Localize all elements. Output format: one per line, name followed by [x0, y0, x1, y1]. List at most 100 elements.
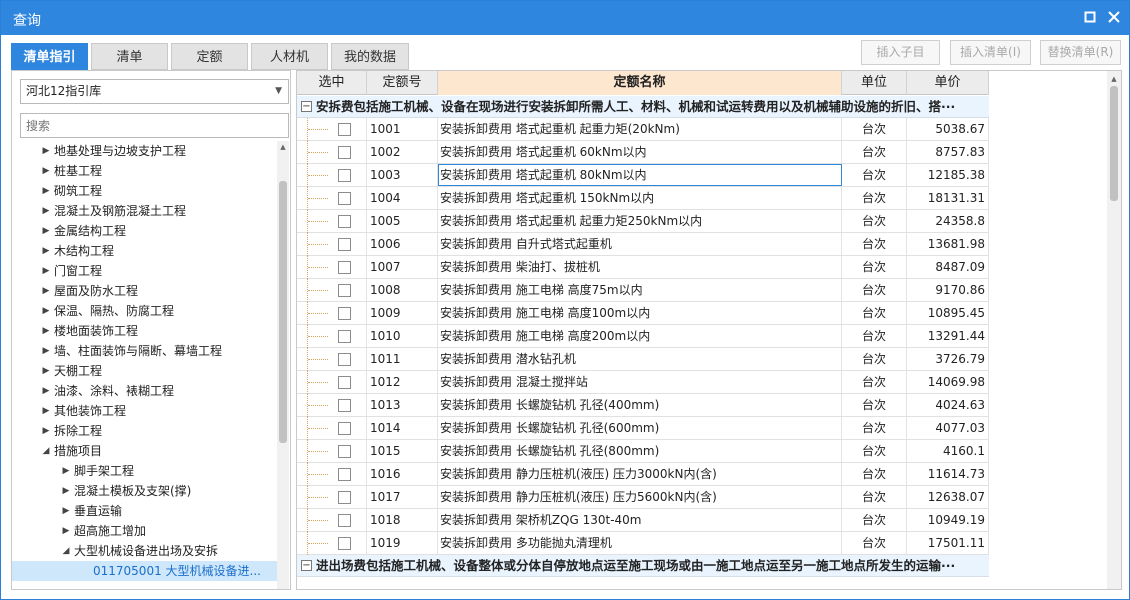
table-row[interactable]: 1010 安装拆卸费用 施工电梯 高度200m以内 台次 13291.44	[297, 325, 989, 348]
table-row[interactable]: 1017 安装拆卸费用 静力压桩机(液压) 压力5600kN内(含) 台次 12638…	[297, 486, 989, 509]
search-input[interactable]	[20, 113, 289, 138]
collapsed-arrow-icon[interactable]: ▶	[60, 481, 72, 501]
tab-list[interactable]: 清单	[91, 43, 168, 70]
quota-code-cell[interactable]: 1010	[367, 325, 438, 347]
table-row[interactable]: 1006 安装拆卸费用 自升式塔式起重机 台次 13681.98	[297, 233, 989, 256]
price-cell[interactable]: 9170.86	[907, 279, 989, 301]
restore-icon[interactable]	[1081, 8, 1099, 26]
tree-item[interactable]: ▶ 墙、柱面装饰与隔断、幕墙工程	[12, 341, 278, 361]
unit-cell[interactable]: 台次	[842, 417, 907, 439]
quota-name-cell[interactable]: 安装拆卸费用 多功能抛丸清理机	[438, 532, 842, 554]
table-row[interactable]: 1012 安装拆卸费用 混凝土搅拌站 台次 14069.98	[297, 371, 989, 394]
tree-item[interactable]: ▶ 超高施工增加	[12, 521, 278, 541]
column-header-name[interactable]: 定额名称	[438, 71, 842, 95]
quota-name-cell[interactable]: 安装拆卸费用 塔式起重机 起重力矩250kNm以内	[438, 210, 842, 232]
quota-code-cell[interactable]: 1012	[367, 371, 438, 393]
collapsed-arrow-icon[interactable]: ▶	[40, 261, 52, 281]
tree-item[interactable]: ▶ 天棚工程	[12, 361, 278, 381]
tree-item[interactable]: ▶ 垂直运输	[12, 501, 278, 521]
tree-item[interactable]: ▶ 其他装饰工程	[12, 401, 278, 421]
collapsed-arrow-icon[interactable]: ▶	[40, 161, 52, 181]
price-cell[interactable]: 10949.19	[907, 509, 989, 531]
quota-code-cell[interactable]: 1005	[367, 210, 438, 232]
quota-code-cell[interactable]: 1008	[367, 279, 438, 301]
price-cell[interactable]: 4077.03	[907, 417, 989, 439]
quota-code-cell[interactable]: 1007	[367, 256, 438, 278]
column-header-unit[interactable]: 单位	[842, 71, 907, 95]
unit-cell[interactable]: 台次	[842, 141, 907, 163]
unit-cell[interactable]: 台次	[842, 532, 907, 554]
table-row[interactable]: 1002 安装拆卸费用 塔式起重机 60kNm以内 台次 8757.83	[297, 141, 989, 164]
collapsed-arrow-icon[interactable]: ▶	[60, 521, 72, 541]
price-cell[interactable]: 10895.45	[907, 302, 989, 324]
quota-name-cell[interactable]: 安装拆卸费用 塔式起重机 80kNm以内	[438, 164, 842, 186]
quota-code-cell[interactable]: 1011	[367, 348, 438, 370]
tree-item[interactable]: ▶ 楼地面装饰工程	[12, 321, 278, 341]
unit-cell[interactable]: 台次	[842, 348, 907, 370]
insert-list-button[interactable]: 插入清单(I)	[950, 40, 1031, 65]
collapsed-arrow-icon[interactable]: ▶	[60, 501, 72, 521]
tree-item[interactable]: ▶ 混凝土及钢筋混凝土工程	[12, 201, 278, 221]
unit-cell[interactable]: 台次	[842, 164, 907, 186]
price-cell[interactable]: 12638.07	[907, 486, 989, 508]
quota-code-cell[interactable]: 1017	[367, 486, 438, 508]
price-cell[interactable]: 14069.98	[907, 371, 989, 393]
unit-cell[interactable]: 台次	[842, 256, 907, 278]
table-row[interactable]: 1008 安装拆卸费用 施工电梯 高度75m以内 台次 9170.86	[297, 279, 989, 302]
tree-item[interactable]: ▶ 混凝土模板及支架(撑)	[12, 481, 278, 501]
quota-name-cell[interactable]: 安装拆卸费用 静力压桩机(液压) 压力5600kN内(含)	[438, 486, 842, 508]
tab-materials[interactable]: 人材机	[251, 43, 328, 70]
column-header-price[interactable]: 单价	[907, 71, 989, 95]
tree-item[interactable]: ▶ 油漆、涂料、裱糊工程	[12, 381, 278, 401]
insert-child-button[interactable]: 插入子目	[861, 40, 940, 65]
table-row[interactable]: 1013 安装拆卸费用 长螺旋钻机 孔径(400mm) 台次 4024.63	[297, 394, 989, 417]
quota-code-cell[interactable]: 1019	[367, 532, 438, 554]
price-cell[interactable]: 4024.63	[907, 394, 989, 416]
quota-name-cell[interactable]: 安装拆卸费用 架桥机ZQG 130t-40m	[438, 509, 842, 531]
collapsed-arrow-icon[interactable]: ▶	[40, 421, 52, 441]
tree-item[interactable]: ▶ 拆除工程	[12, 421, 278, 441]
tab-my-data[interactable]: 我的数据	[331, 43, 409, 70]
expanded-arrow-icon[interactable]: ◢	[40, 441, 52, 461]
unit-cell[interactable]: 台次	[842, 440, 907, 462]
quota-name-cell[interactable]: 安装拆卸费用 施工电梯 高度100m以内	[438, 302, 842, 324]
quota-name-cell[interactable]: 安装拆卸费用 静力压桩机(液压) 压力3000kN内(含)	[438, 463, 842, 485]
group-row[interactable]: − 安拆费包括施工机械、设备在现场进行安装拆卸所需人工、材料、机械和试运转费用以及…	[297, 96, 989, 118]
tree-item[interactable]: ▶ 保温、隔热、防腐工程	[12, 301, 278, 321]
tree-item[interactable]: ▶ 地基处理与边坡支护工程	[12, 141, 278, 161]
tree-item[interactable]: ▶ 木结构工程	[12, 241, 278, 261]
quota-name-cell[interactable]: 安装拆卸费用 施工电梯 高度75m以内	[438, 279, 842, 301]
unit-cell[interactable]: 台次	[842, 118, 907, 140]
table-row[interactable]: 1004 安装拆卸费用 塔式起重机 150kNm以内 台次 18131.31	[297, 187, 989, 210]
quota-code-cell[interactable]: 1014	[367, 417, 438, 439]
column-header-select[interactable]: 选中	[297, 71, 367, 95]
unit-cell[interactable]: 台次	[842, 394, 907, 416]
tree-item[interactable]: ▶ 砌筑工程	[12, 181, 278, 201]
unit-cell[interactable]: 台次	[842, 371, 907, 393]
quota-name-cell[interactable]: 安装拆卸费用 长螺旋钻机 孔径(400mm)	[438, 394, 842, 416]
collapsed-arrow-icon[interactable]: ▶	[40, 281, 52, 301]
collapsed-arrow-icon[interactable]: ▶	[40, 181, 52, 201]
table-row[interactable]: 1018 安装拆卸费用 架桥机ZQG 130t-40m 台次 10949.19	[297, 509, 989, 532]
price-cell[interactable]: 12185.38	[907, 164, 989, 186]
price-cell[interactable]: 4160.1	[907, 440, 989, 462]
column-header-code[interactable]: 定额号	[367, 71, 438, 95]
quota-code-cell[interactable]: 1016	[367, 463, 438, 485]
collapsed-arrow-icon[interactable]: ▶	[40, 381, 52, 401]
unit-cell[interactable]: 台次	[842, 463, 907, 485]
quota-code-cell[interactable]: 1006	[367, 233, 438, 255]
quota-code-cell[interactable]: 1018	[367, 509, 438, 531]
quota-name-cell[interactable]: 安装拆卸费用 潜水钻孔机	[438, 348, 842, 370]
collapsed-arrow-icon[interactable]: ▶	[40, 321, 52, 341]
price-cell[interactable]: 3726.79	[907, 348, 989, 370]
collapsed-arrow-icon[interactable]: ▶	[60, 461, 72, 481]
library-select[interactable]: 河北12指引库 ▼	[20, 79, 289, 104]
tree-item[interactable]: ◢ 措施项目	[12, 441, 278, 461]
collapse-icon[interactable]: −	[301, 101, 312, 112]
price-cell[interactable]: 17501.11	[907, 532, 989, 554]
collapse-icon[interactable]: −	[301, 560, 312, 571]
quota-code-cell[interactable]: 1009	[367, 302, 438, 324]
quota-name-cell[interactable]: 安装拆卸费用 长螺旋钻机 孔径(800mm)	[438, 440, 842, 462]
table-row[interactable]: 1015 安装拆卸费用 长螺旋钻机 孔径(800mm) 台次 4160.1	[297, 440, 989, 463]
price-cell[interactable]: 13681.98	[907, 233, 989, 255]
